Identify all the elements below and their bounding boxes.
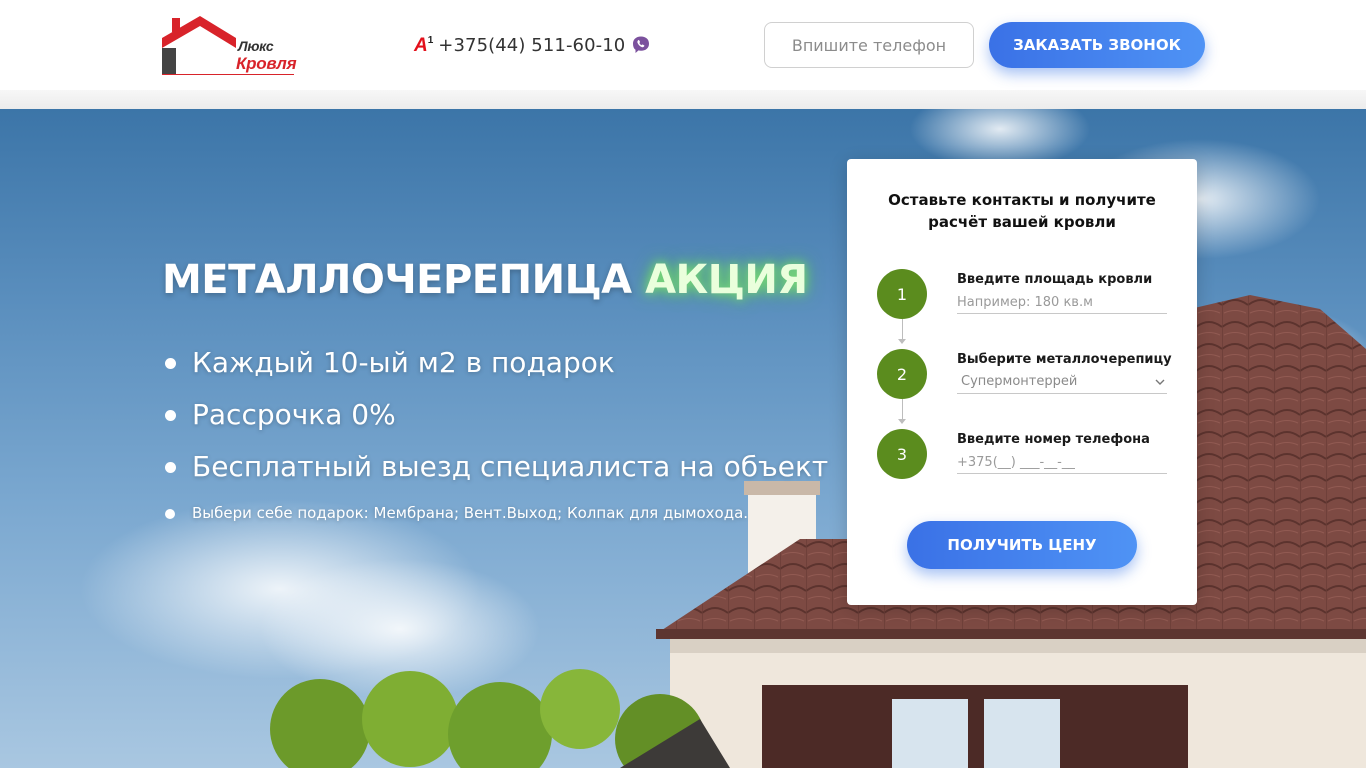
hero-title: МЕТАЛЛОЧЕРЕПИЦА АКЦИЯ [162,257,808,303]
house-roof-logo-icon [162,16,236,74]
chevron-down-icon [1155,379,1165,385]
hero-title-main: МЕТАЛЛОЧЕРЕПИЦА [162,257,646,303]
form-title: Оставьте контакты и получите расчёт ваше… [888,191,1156,231]
logo[interactable]: Люкс Кровля [160,14,297,78]
logo-underline [162,74,294,75]
logo-text-krovlya: Кровля [236,54,297,73]
step-number-2: 2 [877,349,927,399]
benefit-item: Бесплатный выезд специалиста на объект [162,449,828,501]
step-number-1: 1 [877,269,927,319]
roof-calculation-form: Оставьте контакты и получите расчёт ваше… [847,159,1197,605]
header-divider [0,90,1366,109]
viber-icon[interactable] [631,35,651,55]
order-callback-button[interactable]: ЗАКАЗАТЬ ЗВОНОК [989,22,1205,68]
step-label-phone: Введите номер телефона [957,432,1150,447]
step-connector [902,319,903,339]
hero-title-accent: АКЦИЯ [645,257,808,303]
header-phone-input[interactable] [764,22,974,68]
step-connector [902,399,903,419]
get-price-button[interactable]: ПОЛУЧИТЬ ЦЕНУ [907,521,1137,569]
benefits-list: Каждый 10-ый м2 в подарок Рассрочка 0% Б… [162,345,828,527]
a1-operator-icon: A1 [414,34,434,56]
gift-note: Выбери себе подарок: Мембрана; Вент.Выхо… [162,503,828,527]
metal-tile-select[interactable]: Супермонтеррей [957,372,1167,394]
arrow-down-icon [898,419,906,424]
step-number-3: 3 [877,429,927,479]
step-label-area: Введите площадь кровли [957,272,1153,287]
phone-number-link[interactable]: +375(44) 511-60-10 [438,35,625,56]
benefit-item: Каждый 10-ый м2 в подарок [162,345,828,397]
contact-phone: A1 +375(44) 511-60-10 [414,33,651,57]
site-header: Люкс Кровля A1 +375(44) 511-60-10 ЗАКАЗА… [0,0,1366,90]
arrow-down-icon [898,339,906,344]
metal-tile-selected-value: Супермонтеррей [961,374,1078,389]
roof-area-input[interactable] [957,292,1167,314]
step-label-tile: Выберите металлочерепицу [957,352,1172,367]
logo-text-lux: Люкс [238,38,274,54]
benefit-item: Рассрочка 0% [162,397,828,449]
form-phone-input[interactable] [957,452,1167,474]
